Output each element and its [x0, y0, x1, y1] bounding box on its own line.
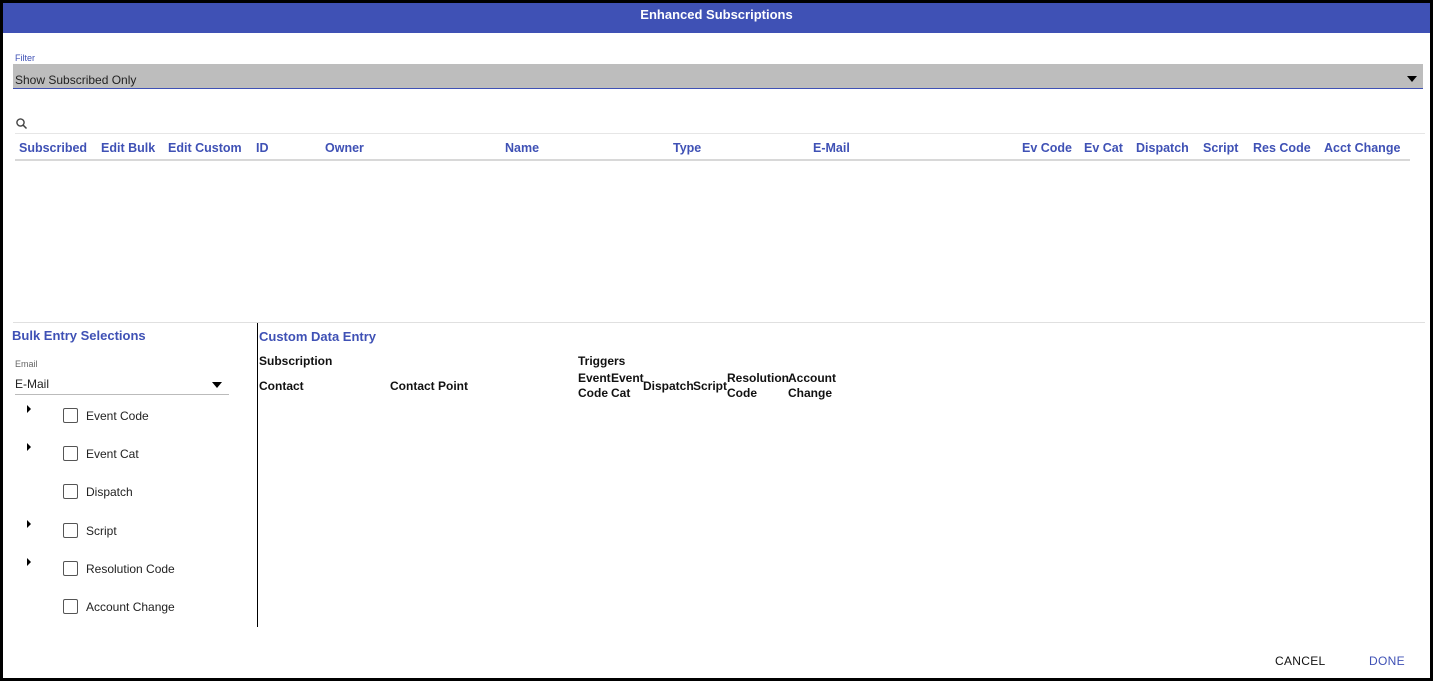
expand-arrow-icon[interactable]: [27, 443, 31, 451]
column-id[interactable]: ID: [256, 141, 269, 155]
email-label: Email: [15, 359, 38, 369]
resolution-code-header: Resolution Code: [727, 371, 789, 400]
expand-arrow-icon[interactable]: [27, 405, 31, 413]
column-subscribed[interactable]: Subscribed: [19, 141, 87, 155]
dialog-title: Enhanced Subscriptions: [3, 3, 1430, 33]
panel-divider: [257, 323, 258, 627]
contact-point-header: Contact Point: [390, 379, 468, 393]
column-edit-custom[interactable]: Edit Custom: [168, 141, 242, 155]
column-script[interactable]: Script: [1203, 141, 1238, 155]
column-name[interactable]: Name: [505, 141, 539, 155]
enhanced-subscriptions-dialog: Enhanced Subscriptions Filter Show Subsc…: [0, 0, 1433, 681]
account-change-header: Account Change: [788, 371, 836, 400]
bulk-item-dispatch: Dispatch: [15, 481, 245, 505]
script-label: Script: [86, 524, 117, 538]
column-ev-code[interactable]: Ev Code: [1022, 141, 1072, 155]
dispatch-checkbox[interactable]: [63, 484, 78, 499]
column-res-code[interactable]: Res Code: [1253, 141, 1311, 155]
event-code-header: Event Code: [578, 371, 611, 400]
bulk-item-event-cat: Event Cat: [15, 443, 245, 467]
event-code-checkbox[interactable]: [63, 408, 78, 423]
bulk-item-resolution-code: Resolution Code: [15, 558, 245, 582]
event-code-label: Event Code: [86, 409, 149, 423]
chevron-down-icon: [1407, 76, 1417, 82]
contact-header: Contact: [259, 379, 304, 393]
grid-divider: [15, 133, 1425, 134]
column-type[interactable]: Type: [673, 141, 701, 155]
column-ev-cat[interactable]: Ev Cat: [1084, 141, 1123, 155]
account-change-checkbox[interactable]: [63, 599, 78, 614]
done-button[interactable]: DONE: [1369, 654, 1405, 668]
bulk-item-event-code: Event Code: [15, 405, 245, 429]
event-cat-header: Event Cat: [611, 371, 644, 400]
column-dispatch[interactable]: Dispatch: [1136, 141, 1189, 155]
column-email[interactable]: E-Mail: [813, 141, 850, 155]
bulk-item-script: Script: [15, 520, 245, 544]
filter-label: Filter: [15, 53, 35, 63]
grid-header: Subscribed Edit Bulk Edit Custom ID Owne…: [15, 141, 1410, 161]
bulk-entry-title: Bulk Entry Selections: [12, 328, 146, 343]
event-cat-label: Event Cat: [86, 447, 139, 461]
script-checkbox[interactable]: [63, 523, 78, 538]
script-header: Script: [693, 379, 728, 393]
expand-arrow-icon[interactable]: [27, 558, 31, 566]
email-select[interactable]: E-Mail: [15, 377, 229, 395]
account-change-label: Account Change: [86, 600, 175, 614]
resolution-code-label: Resolution Code: [86, 562, 175, 576]
expand-arrow-icon[interactable]: [27, 520, 31, 528]
bulk-item-account-change: Account Change: [15, 596, 245, 620]
search-icon[interactable]: [15, 117, 29, 131]
column-acct-change[interactable]: Acct Change: [1324, 141, 1400, 155]
column-edit-bulk[interactable]: Edit Bulk: [101, 141, 155, 155]
filter-value: Show Subscribed Only: [15, 73, 137, 87]
event-cat-checkbox[interactable]: [63, 446, 78, 461]
section-divider: [13, 322, 1425, 323]
triggers-header: Triggers: [578, 354, 626, 368]
subscription-header: Subscription: [259, 354, 333, 368]
custom-data-entry-title: Custom Data Entry: [259, 329, 377, 344]
dispatch-label: Dispatch: [86, 485, 133, 499]
dispatch-header: Dispatch: [643, 379, 694, 393]
cancel-button[interactable]: CANCEL: [1275, 654, 1325, 668]
column-owner[interactable]: Owner: [325, 141, 364, 155]
filter-select[interactable]: Show Subscribed Only: [13, 64, 1423, 89]
email-value: E-Mail: [15, 377, 50, 391]
chevron-down-icon: [212, 382, 222, 388]
resolution-code-checkbox[interactable]: [63, 561, 78, 576]
